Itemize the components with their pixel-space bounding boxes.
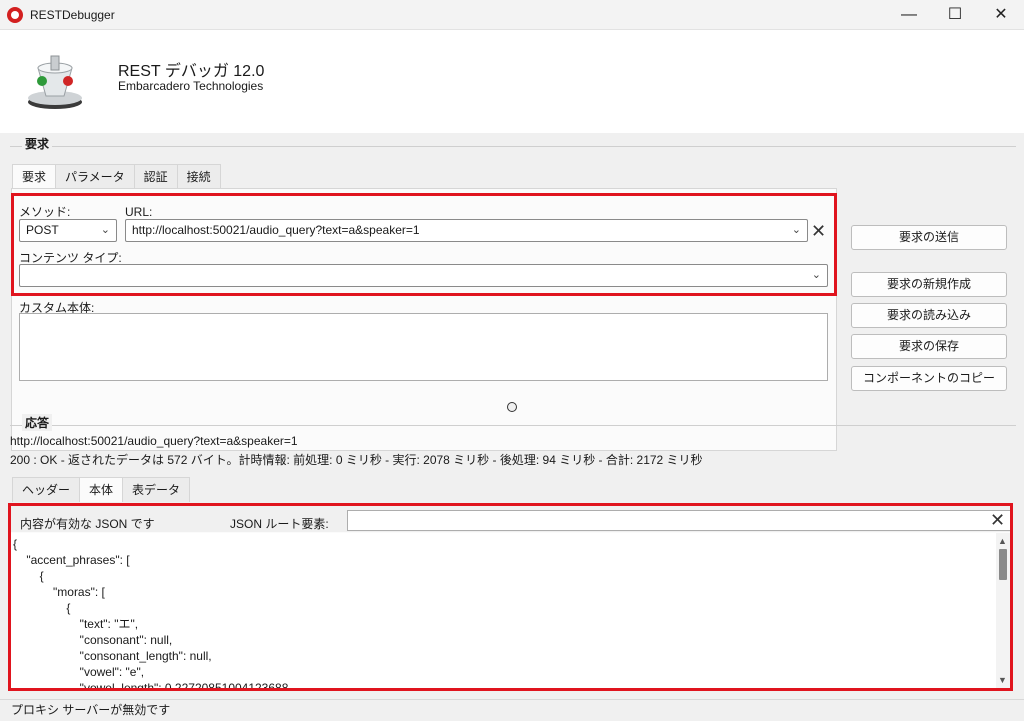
response-tabs: ヘッダー 本体 表データ (12, 477, 191, 502)
send-request-button[interactable]: 要求の送信 (851, 225, 1007, 250)
content-type-select[interactable]: ⌄ (19, 264, 828, 287)
method-select[interactable]: POST ⌄ (19, 219, 117, 242)
url-label: URL: (125, 205, 153, 219)
tab-parameters[interactable]: パラメータ (55, 164, 135, 189)
chevron-down-icon: ⌄ (811, 269, 821, 281)
tab-table-data[interactable]: 表データ (122, 477, 191, 502)
status-bar: プロキシ サーバーが無効です (0, 699, 1024, 721)
response-group-label: 応答 (22, 414, 53, 431)
tab-body[interactable]: 本体 (79, 477, 124, 502)
request-group-label: 要求 (22, 135, 53, 152)
response-group-line (10, 425, 1016, 426)
save-request-button[interactable]: 要求の保存 (851, 334, 1007, 359)
new-request-button[interactable]: 要求の新規作成 (851, 272, 1007, 297)
clear-url-icon[interactable]: ✕ (811, 222, 826, 240)
close-icon[interactable]: ✕ (978, 0, 1024, 30)
response-url: http://localhost:50021/audio_query?text=… (10, 434, 298, 448)
method-label: メソッド: (19, 205, 71, 219)
splitter-handle[interactable] (507, 402, 517, 412)
request-group-line (10, 146, 1016, 147)
url-value: http://localhost:50021/audio_query?text=… (132, 223, 420, 237)
chevron-down-icon: ⌄ (791, 224, 801, 236)
app-icon (7, 7, 23, 23)
main-area: 要求 要求 パラメータ 認証 接続 メソッド: POST ⌄ URL: http… (0, 133, 1024, 699)
copy-components-button[interactable]: コンポーネントのコピー (851, 366, 1007, 391)
tab-request[interactable]: 要求 (12, 164, 57, 189)
request-tabs: 要求 パラメータ 認証 接続 (12, 164, 221, 189)
tab-authentication[interactable]: 認証 (133, 164, 178, 189)
status-text: プロキシ サーバーが無効です (11, 703, 171, 717)
custom-body-textarea[interactable] (19, 313, 828, 381)
app-name: REST デバッガ 12.0 (118, 63, 265, 80)
app-header: REST デバッガ 12.0 Embarcadero Technologies (0, 30, 1024, 133)
load-request-button[interactable]: 要求の読み込み (851, 303, 1007, 328)
maximize-icon[interactable]: ☐ (932, 0, 978, 30)
highlight-box-response (8, 503, 1013, 691)
response-status-line: 200 : OK - 返されたデータは 572 バイト。計時情報: 前処理: 0… (10, 453, 703, 467)
chevron-down-icon: ⌄ (100, 224, 110, 236)
minimize-icon[interactable]: — (886, 0, 932, 30)
url-input[interactable]: http://localhost:50021/audio_query?text=… (125, 219, 808, 242)
window-title: RESTDebugger (30, 8, 115, 22)
vendor-name: Embarcadero Technologies (118, 79, 264, 93)
rest-debugger-logo-icon (28, 55, 82, 109)
title-bar: RESTDebugger — ☐ ✕ (0, 0, 1024, 30)
tab-headers[interactable]: ヘッダー (12, 477, 81, 502)
method-value: POST (26, 223, 59, 237)
tab-connection[interactable]: 接続 (176, 164, 221, 189)
